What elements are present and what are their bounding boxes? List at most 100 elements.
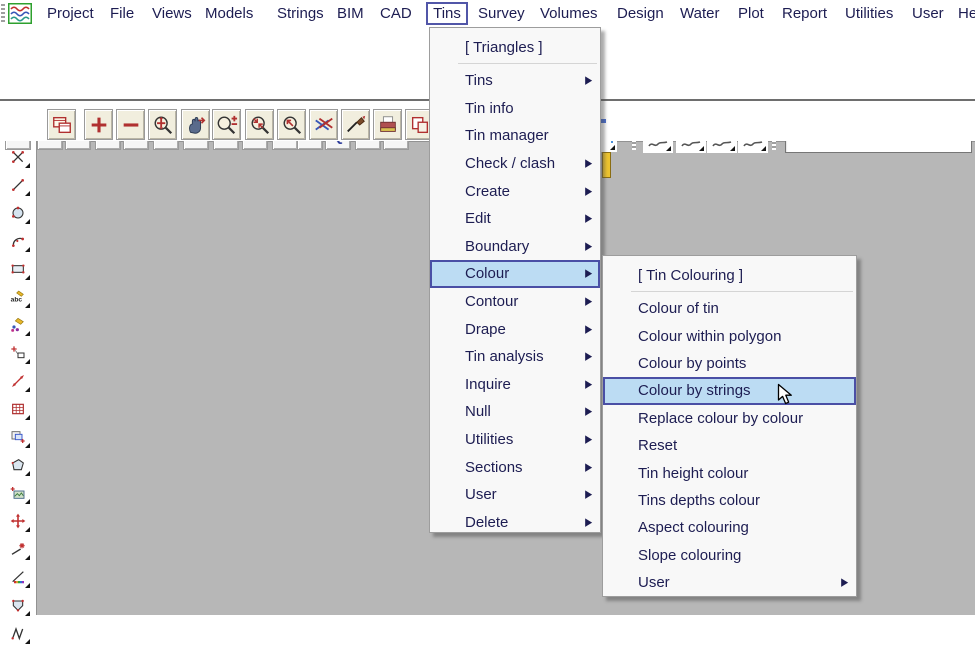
menu-help[interactable]: He <box>958 4 975 23</box>
menu-plot[interactable]: Plot <box>738 4 764 23</box>
circle-icon <box>10 201 26 225</box>
tool-translate-button[interactable] <box>4 536 32 562</box>
zoom-previous-button[interactable] <box>277 109 306 140</box>
submenu-item-aspect-colouring[interactable]: Aspect colouring <box>603 514 856 541</box>
menu-utilities[interactable]: Utilities <box>845 4 893 23</box>
submenu-item-colour-by-strings[interactable]: Colour by strings <box>603 377 856 404</box>
submenu-arrow-icon: ▶ <box>585 378 592 391</box>
submenu-item-replace-colour-by-colour[interactable]: Replace colour by colour <box>603 405 856 432</box>
menu-title: [ Triangles ] <box>430 36 600 60</box>
zoom-extents-button[interactable] <box>148 109 177 140</box>
menu-bim[interactable]: BIM <box>337 4 364 23</box>
tool-circle-button[interactable] <box>4 200 32 226</box>
menu-item-tins[interactable]: Tins▶ <box>430 67 600 95</box>
menu-water[interactable]: Water <box>680 4 719 23</box>
menu-item-colour[interactable]: Colour▶ <box>430 260 600 288</box>
submenu-item-tins-depths-colour[interactable]: Tins depths colour <box>603 487 856 514</box>
menu-cad[interactable]: CAD <box>380 4 412 23</box>
tool-grid-button[interactable] <box>4 396 32 422</box>
mouse-cursor-icon <box>777 383 795 406</box>
menubar-grip[interactable] <box>1 4 5 23</box>
tool-extra-button[interactable] <box>4 620 32 646</box>
submenu-arrow-icon: ▶ <box>585 212 592 225</box>
submenu-item-colour-of-tin[interactable]: Colour of tin <box>603 295 856 322</box>
menu-views[interactable]: Views <box>152 4 192 23</box>
menu-strings[interactable]: Strings <box>277 4 324 23</box>
submenu-item-user[interactable]: User▶ <box>603 569 856 596</box>
menu-item-sections[interactable]: Sections▶ <box>430 453 600 481</box>
tin-colouring-submenu-panel: [ Tin Colouring ] Colour of tin Colour w… <box>602 255 857 597</box>
redraw-button[interactable] <box>341 109 370 140</box>
tool-image-button[interactable] <box>4 480 32 506</box>
point-plus-icon <box>10 341 26 365</box>
submenu-title: [ Tin Colouring ] <box>603 264 856 288</box>
plot-button[interactable] <box>373 109 402 140</box>
tool-symbol-button[interactable] <box>4 312 32 338</box>
cancel-view-button[interactable] <box>309 109 338 140</box>
menu-project[interactable]: Project <box>47 4 94 23</box>
double-x-icon <box>313 114 335 136</box>
tool-move-button[interactable] <box>4 508 32 534</box>
menu-survey[interactable]: Survey <box>478 4 525 23</box>
tool-copy-element-button[interactable] <box>4 424 32 450</box>
move-arrows-icon <box>10 509 26 533</box>
submenu-item-reset[interactable]: Reset <box>603 432 856 459</box>
tool-polygon-button[interactable] <box>4 452 32 478</box>
tool-rectangle-button[interactable] <box>4 256 32 282</box>
zoom-shrink-icon <box>249 114 271 136</box>
submenu-arrow-icon: ▶ <box>841 576 848 589</box>
arc-icon <box>10 229 26 253</box>
submenu-item-colour-within-polygon[interactable]: Colour within polygon <box>603 322 856 349</box>
menu-item-drape[interactable]: Drape▶ <box>430 315 600 343</box>
menu-design[interactable]: Design <box>617 4 664 23</box>
menu-item-boundary[interactable]: Boundary▶ <box>430 233 600 261</box>
image-plus-icon <box>10 481 26 505</box>
tool-measure-button[interactable] <box>4 368 32 394</box>
zoom-out-button[interactable] <box>245 109 274 140</box>
menubar: Project File Views Models Strings BIM CA… <box>0 0 975 27</box>
submenu-arrow-icon: ▶ <box>585 323 592 336</box>
menu-models[interactable]: Models <box>205 4 253 23</box>
menu-item-null[interactable]: Null▶ <box>430 398 600 426</box>
menu-item-check-clash[interactable]: Check / clash▶ <box>430 150 600 178</box>
menu-item-utilities[interactable]: Utilities▶ <box>430 426 600 454</box>
tool-create-point-button[interactable] <box>4 340 32 366</box>
tool-arc-button[interactable] <box>4 228 32 254</box>
measure-arrow-icon <box>10 369 26 393</box>
menu-item-contour[interactable]: Contour▶ <box>430 288 600 316</box>
menu-item-create[interactable]: Create▶ <box>430 177 600 205</box>
app-logo-icon <box>8 3 32 24</box>
shield-polygon-icon <box>10 593 26 617</box>
add-button[interactable] <box>84 109 113 140</box>
menu-volumes[interactable]: Volumes <box>540 4 598 23</box>
submenu-item-colour-by-points[interactable]: Colour by points <box>603 350 856 377</box>
menu-item-inquire[interactable]: Inquire▶ <box>430 371 600 399</box>
svg-text:abc: abc <box>11 297 23 304</box>
menu-tins[interactable]: Tins <box>426 2 468 25</box>
menu-item-user[interactable]: User▶ <box>430 481 600 509</box>
menu-user[interactable]: User <box>912 4 944 23</box>
submenu-item-tin-height-colour[interactable]: Tin height colour <box>603 459 856 486</box>
menu-item-tin-manager[interactable]: Tin manager <box>430 122 600 150</box>
copy-rect-icon <box>10 425 26 449</box>
zoom-button[interactable] <box>212 109 241 140</box>
submenu-arrow-icon: ▶ <box>585 433 592 446</box>
tool-text-button[interactable]: abc <box>4 284 32 310</box>
menu-item-delete[interactable]: Delete▶ <box>430 509 600 537</box>
cad-toolbar: abc <box>0 102 36 615</box>
menu-item-edit[interactable]: Edit▶ <box>430 205 600 233</box>
menu-item-tin-analysis[interactable]: Tin analysis▶ <box>430 343 600 371</box>
pan-button[interactable] <box>181 109 210 140</box>
remove-button[interactable] <box>116 109 145 140</box>
submenu-item-slope-colouring[interactable]: Slope colouring <box>603 542 856 569</box>
tool-colour-string-button[interactable] <box>4 564 32 590</box>
menu-separator <box>458 63 597 64</box>
pan-hand-icon <box>185 114 207 136</box>
menu-file[interactable]: File <box>110 4 134 23</box>
menu-report[interactable]: Report <box>782 4 827 23</box>
tool-line-button[interactable] <box>4 172 32 198</box>
tool-fence-button[interactable] <box>4 592 32 618</box>
new-view-button[interactable] <box>47 109 76 140</box>
windows-icon <box>51 114 73 136</box>
menu-item-tin-info[interactable]: Tin info <box>430 95 600 123</box>
